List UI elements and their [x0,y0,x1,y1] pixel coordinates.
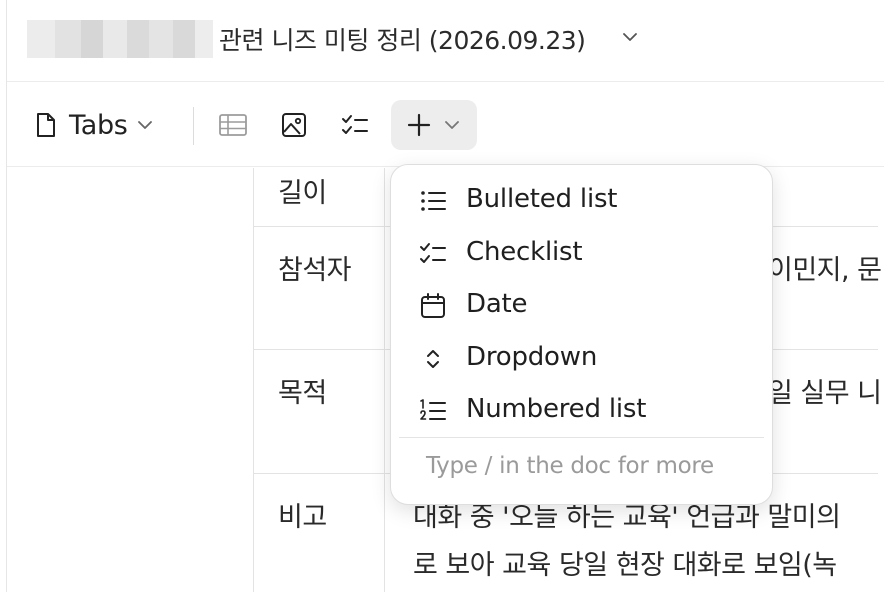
table-column-divider [384,168,385,592]
table-row-label: 목적 [278,378,327,409]
insert-image-button[interactable] [274,105,314,145]
tabs-button[interactable]: Tabs [27,103,162,147]
insert-menu-button[interactable] [391,100,477,150]
calendar-icon [421,293,445,318]
checklist-icon [420,243,446,263]
insert-table-button[interactable] [213,105,253,145]
table-row-label: 길이 [278,178,327,209]
menu-hint: Type / in the doc for more [426,453,714,479]
bulleted-list-icon [421,191,446,211]
menu-item-label: Numbered list [466,394,647,424]
table-row-label: 참석자 [278,255,352,286]
insert-dropdown-menu: Bulleted list Checklist Date Dropdown Nu… [390,164,773,505]
editor-toolbar: Tabs [7,83,884,167]
table-cell-value[interactable]: 이민지, 문 [768,248,882,287]
insert-checklist-button[interactable] [335,105,375,145]
table-cell-value[interactable]: 로 보아 교육 당일 현장 대화로 보임(녹 [413,543,837,582]
chevron-down-icon [445,121,459,129]
table-cell-value[interactable]: 일 실무 니 [768,371,882,410]
menu-item-label: Bulleted list [466,184,618,214]
menu-item-date[interactable]: Date [391,280,772,330]
menu-item-label: Date [466,289,528,319]
chevron-down-icon [137,121,152,129]
menu-item-dropdown[interactable]: Dropdown [391,333,772,383]
table-row-label: 비고 [278,502,327,533]
chevron-down-icon[interactable] [619,26,641,48]
toolbar-divider [193,107,194,145]
dropdown-icon [427,350,439,368]
menu-item-checklist[interactable]: Checklist [391,228,772,278]
menu-item-bulleted-list[interactable]: Bulleted list [391,175,772,225]
menu-divider [399,437,764,438]
redacted-title-prefix [27,20,213,58]
title-bar: 관련 니즈 미팅 정리 (2026.09.23) [7,0,884,82]
tabs-label: Tabs [69,109,128,141]
menu-item-label: Checklist [466,237,583,267]
menu-item-label: Dropdown [466,342,598,372]
image-icon [282,113,306,137]
checklist-icon [342,115,368,134]
table-icon [219,114,247,136]
numbered-list-icon [420,399,446,420]
plus-icon [407,113,431,137]
page-icon [37,113,55,137]
document-title[interactable]: 관련 니즈 미팅 정리 (2026.09.23) [219,21,586,57]
menu-item-numbered-list[interactable]: Numbered list [391,385,772,435]
